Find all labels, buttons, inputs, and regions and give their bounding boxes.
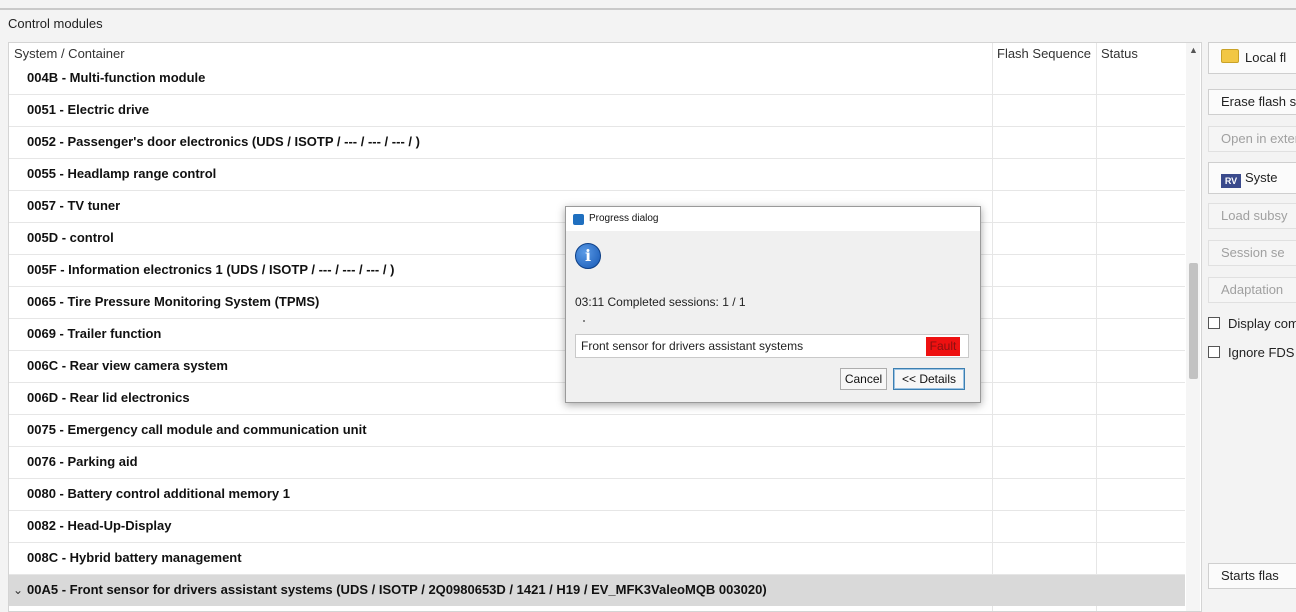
local-flash-button[interactable]: Local fl <box>1208 42 1296 74</box>
row-label: 004B - Multi-function module <box>27 70 206 85</box>
top-divider <box>0 8 1296 10</box>
right-action-panel: Local fl Erase flash s Open in exter RV S… <box>1204 42 1296 610</box>
progress-status-text: 03:11 Completed sessions: 1 / 1 <box>575 295 746 309</box>
table-row[interactable]: 0075 - Emergency call module and communi… <box>9 415 1185 447</box>
adaptation-button[interactable]: Adaptation <box>1208 277 1296 303</box>
row-label: 005D - control <box>27 230 114 245</box>
system-icon: RV <box>1221 174 1241 188</box>
row-label: 0052 - Passenger's door electronics (UDS… <box>27 134 420 149</box>
ignore-fds-checkbox[interactable]: Ignore FDS <box>1208 345 1294 360</box>
start-flash-button[interactable]: Starts flas <box>1208 563 1296 589</box>
app-icon <box>573 214 584 225</box>
row-label: 0065 - Tire Pressure Monitoring System (… <box>27 294 320 309</box>
folder-icon <box>1221 49 1239 63</box>
row-label: 008C - Hybrid battery management <box>27 550 242 565</box>
scroll-up-arrow-icon[interactable]: ▲ <box>1189 45 1198 55</box>
session-item-name: Front sensor for drivers assistant syste… <box>581 339 804 353</box>
session-result-field: Front sensor for drivers assistant syste… <box>575 334 969 358</box>
dialog-title: Progress dialog <box>589 213 659 224</box>
scrollbar-thumb[interactable] <box>1189 263 1198 379</box>
row-label: 006D - Rear lid electronics <box>27 390 190 405</box>
table-row[interactable]: 0055 - Headlamp range control <box>9 159 1185 191</box>
panel-title: Control modules <box>8 16 103 31</box>
open-external-button[interactable]: Open in exter <box>1208 126 1296 152</box>
progress-indicator <box>583 320 585 322</box>
checkbox-box[interactable] <box>1208 317 1220 329</box>
table-row[interactable]: 0076 - Parking aid <box>9 447 1185 479</box>
row-label: 006C - Rear view camera system <box>27 358 228 373</box>
dialog-titlebar[interactable]: Progress dialog <box>566 207 980 231</box>
tree-header: System / Container Flash Sequence Status <box>9 43 1185 65</box>
row-label: 0051 - Electric drive <box>27 102 150 117</box>
vertical-scrollbar[interactable]: ▲ <box>1186 43 1200 611</box>
row-label: 0076 - Parking aid <box>27 454 138 469</box>
info-icon: i <box>575 243 601 269</box>
table-row-selected[interactable]: ⌄ 00A5 - Front sensor for drivers assist… <box>9 575 1185 606</box>
column-header-status[interactable]: Status <box>1101 46 1138 61</box>
load-subsystems-button[interactable]: Load subsy <box>1208 203 1296 229</box>
row-label: 0057 - TV tuner <box>27 198 121 213</box>
row-label: 0082 - Head-Up-Display <box>27 518 172 533</box>
cancel-button[interactable]: Cancel <box>840 368 887 390</box>
erase-flash-button[interactable]: Erase flash s <box>1208 89 1296 115</box>
row-label: 0069 - Trailer function <box>27 326 162 341</box>
column-header-system[interactable]: System / Container <box>14 46 125 61</box>
table-row[interactable]: 0082 - Head-Up-Display <box>9 511 1185 543</box>
table-row[interactable]: 0051 - Electric drive <box>9 95 1185 127</box>
row-label: 0055 - Headlamp range control <box>27 166 217 181</box>
row-label: 00A5 - Front sensor for drivers assistan… <box>27 582 767 597</box>
details-button[interactable]: << Details <box>893 368 965 390</box>
session-button[interactable]: Session se <box>1208 240 1296 266</box>
checkbox-box[interactable] <box>1208 346 1220 358</box>
chevron-down-icon[interactable]: ⌄ <box>13 575 23 605</box>
row-label: 005F - Information electronics 1 (UDS / … <box>27 262 395 277</box>
table-row[interactable]: 008C - Hybrid battery management <box>9 543 1185 575</box>
table-row[interactable]: 0080 - Battery control additional memory… <box>9 479 1185 511</box>
table-row[interactable]: 004B - Multi-function module <box>9 63 1185 95</box>
fault-status-badge: Fault <box>926 337 960 356</box>
display-com-checkbox[interactable]: Display com <box>1208 316 1296 331</box>
column-header-flash-sequence[interactable]: Flash Sequence <box>997 46 1091 61</box>
table-row[interactable]: 0052 - Passenger's door electronics (UDS… <box>9 127 1185 159</box>
progress-dialog: Progress dialog i 03:11 Completed sessio… <box>565 206 981 403</box>
system-button[interactable]: RV Syste <box>1208 162 1296 194</box>
row-label: 0080 - Battery control additional memory… <box>27 486 290 501</box>
row-label: 0075 - Emergency call module and communi… <box>27 422 367 437</box>
